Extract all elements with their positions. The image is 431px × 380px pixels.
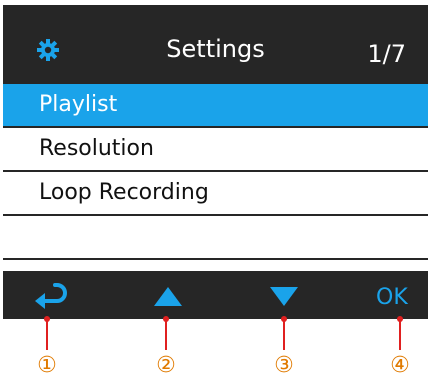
callout-dot-4 — [397, 316, 403, 322]
page-indicator: 1/7 — [367, 40, 406, 68]
down-triangle-icon — [270, 287, 298, 306]
back-arrow-icon — [35, 283, 67, 309]
callout-number-3: ③ — [274, 353, 294, 378]
down-button[interactable] — [269, 281, 299, 311]
callout-number-2: ② — [156, 353, 176, 378]
up-button[interactable] — [153, 281, 183, 311]
page-title: Settings — [166, 35, 265, 63]
menu-item-playlist[interactable]: Playlist — [3, 84, 428, 128]
back-button[interactable] — [33, 281, 67, 311]
up-triangle-icon — [154, 287, 182, 306]
callout-line-2 — [165, 319, 167, 350]
callout-number-1: ① — [37, 353, 57, 378]
menu-item-empty — [3, 216, 428, 260]
button-bar: OK — [3, 271, 428, 319]
callout-dot-1 — [44, 316, 50, 322]
menu-item-loop-recording[interactable]: Loop Recording — [3, 172, 428, 216]
callout-number-4: ④ — [390, 353, 410, 378]
callout-line-3 — [283, 319, 285, 350]
callout-line-1 — [46, 319, 48, 350]
menu-item-resolution[interactable]: Resolution — [3, 128, 428, 172]
ok-button[interactable]: OK — [376, 285, 408, 315]
device-screen: Settings 1/7 Playlist Resolution Loop Re… — [3, 5, 428, 319]
header-bar: Settings 1/7 — [3, 5, 428, 84]
callout-dot-3 — [281, 316, 287, 322]
settings-menu: Playlist Resolution Loop Recording — [3, 84, 428, 260]
callout-dot-2 — [163, 316, 169, 322]
callout-line-4 — [399, 319, 401, 350]
